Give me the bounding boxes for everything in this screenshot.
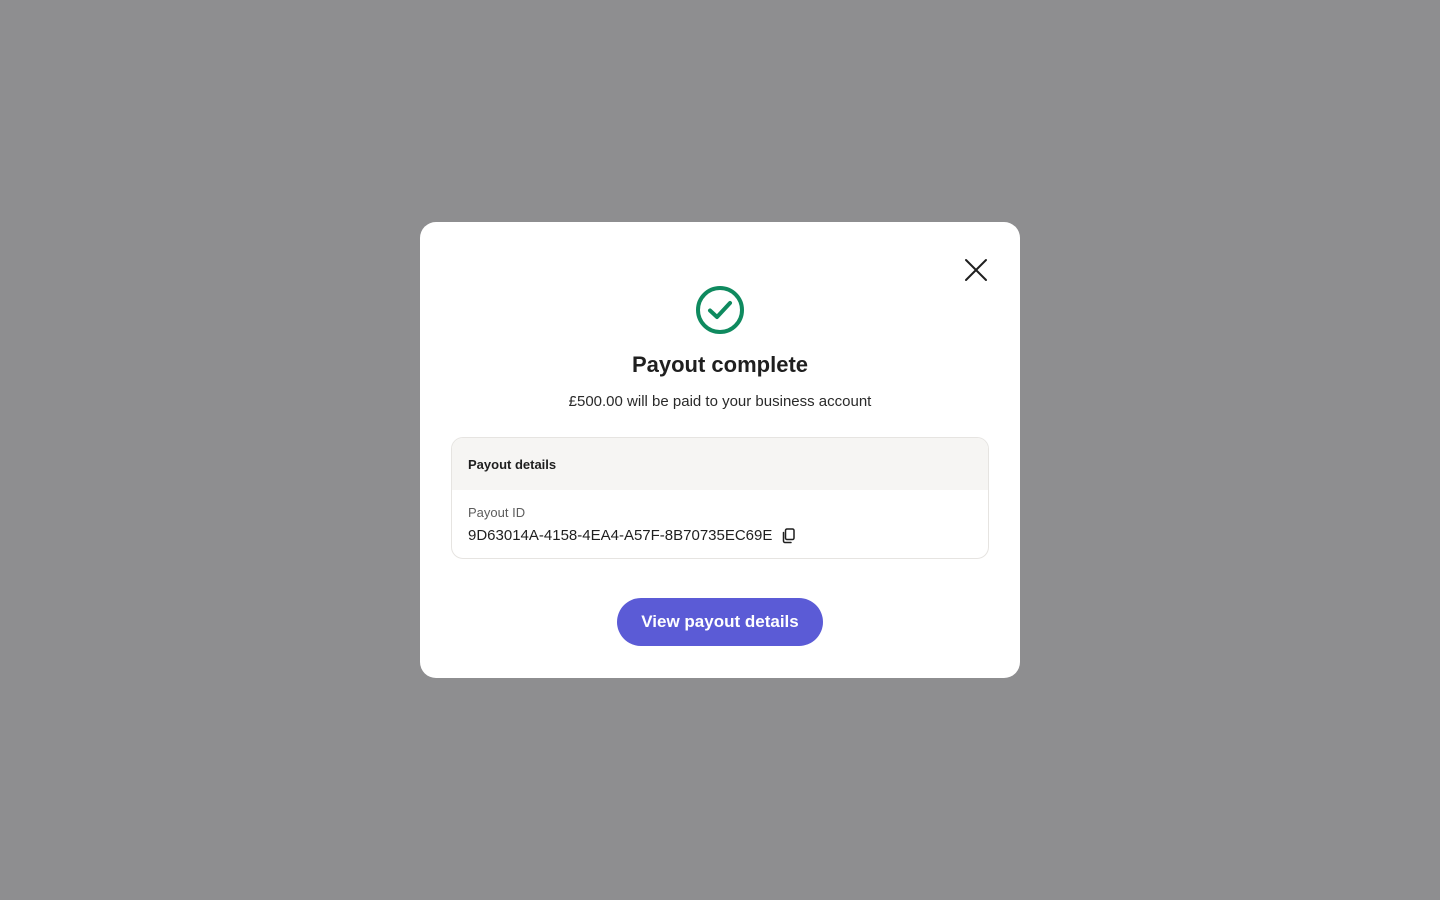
payout-details-card: Payout details Payout ID 9D63014A-4158-4… [451, 437, 989, 559]
payout-details-body: Payout ID 9D63014A-4158-4EA4-A57F-8B7073… [452, 490, 988, 546]
view-payout-details-button[interactable]: View payout details [617, 598, 823, 646]
dialog-subtitle: £500.00 will be paid to your business ac… [568, 393, 872, 410]
payout-id-label: Payout ID [468, 505, 526, 520]
close-button[interactable] [960, 254, 992, 286]
payout-complete-dialog: Payout complete £500.00 will be paid to … [420, 222, 1020, 678]
payout-id-row: 9D63014A-4158-4EA4-A57F-8B70735EC69E [468, 526, 972, 546]
check-circle-icon [696, 286, 744, 334]
copy-icon [783, 528, 796, 544]
payout-details-header: Payout details [452, 438, 988, 490]
payout-id-value[interactable]: 9D63014A-4158-4EA4-A57F-8B70735EC69E [468, 526, 772, 546]
close-icon [965, 259, 987, 281]
copy-payout-id-button[interactable] [780, 528, 796, 544]
dialog-title: Payout complete [631, 352, 809, 377]
